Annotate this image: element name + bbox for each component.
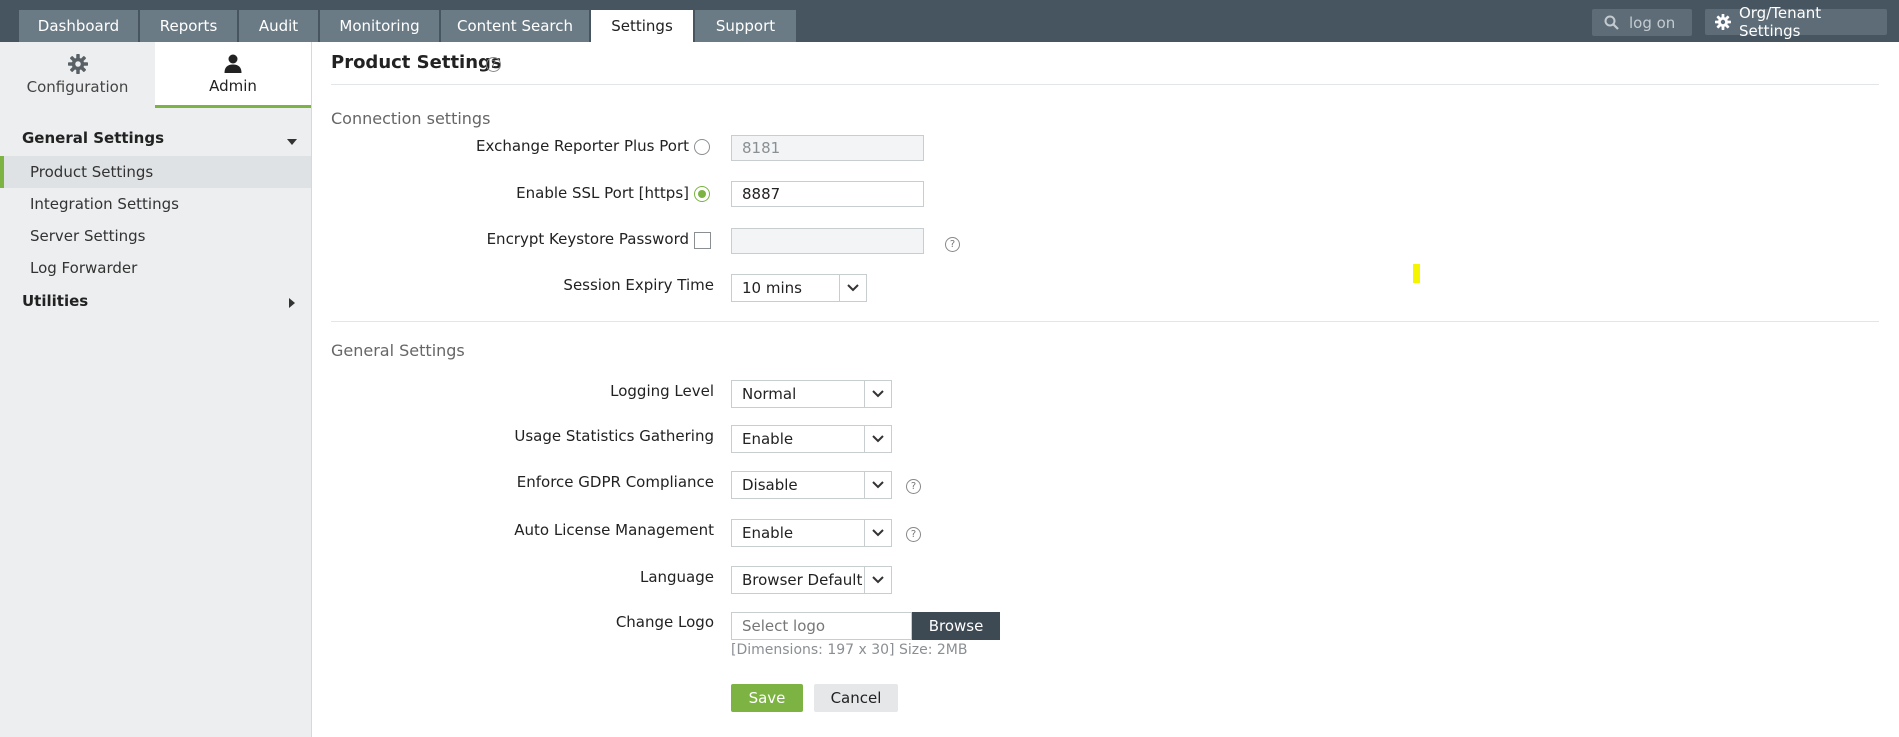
keystore-label: Encrypt Keystore Password bbox=[486, 230, 689, 248]
session-expiry-value: 10 mins bbox=[742, 279, 802, 297]
session-expiry-select[interactable]: 10 mins bbox=[731, 274, 867, 302]
top-nav-bar: Dashboard Reports Audit Monitoring Conte… bbox=[0, 0, 1899, 42]
language-label: Language bbox=[639, 568, 714, 586]
cancel-button[interactable]: Cancel bbox=[814, 684, 898, 712]
language-select[interactable]: Browser Default bbox=[731, 566, 892, 594]
usage-statistics-label: Usage Statistics Gathering bbox=[514, 427, 714, 445]
help-icon[interactable]: ? bbox=[906, 479, 921, 494]
org-tenant-settings-button[interactable]: Org/Tenant Settings bbox=[1705, 4, 1887, 40]
license-label-box: Auto License Management bbox=[331, 521, 714, 541]
tab-reports[interactable]: Reports bbox=[140, 10, 237, 42]
ssl-port-input[interactable]: 8887 bbox=[731, 181, 924, 207]
usage-statistics-value: Enable bbox=[742, 430, 794, 448]
help-icon[interactable]: ? bbox=[486, 57, 501, 72]
ssl-port-label: Enable SSL Port [https] bbox=[516, 184, 689, 202]
ssl-label-box: Enable SSL Port [https] bbox=[331, 184, 689, 204]
divider bbox=[331, 321, 1879, 322]
chevron-down-icon bbox=[864, 520, 891, 546]
sidebar-item-log-forwarder[interactable]: Log Forwarder bbox=[0, 252, 311, 284]
sidebar-tab-label: Configuration bbox=[26, 78, 129, 96]
help-icon[interactable]: ? bbox=[945, 237, 960, 252]
tab-dashboard[interactable]: Dashboard bbox=[19, 10, 138, 42]
caret-down-icon[interactable] bbox=[287, 139, 297, 145]
section-title-connection: Connection settings bbox=[331, 109, 491, 128]
sidebar-tab-configuration[interactable]: Configuration bbox=[0, 42, 155, 108]
chevron-down-icon bbox=[864, 567, 891, 593]
divider bbox=[331, 84, 1879, 85]
save-button[interactable]: Save bbox=[731, 684, 803, 712]
gdpr-compliance-select[interactable]: Disable bbox=[731, 471, 892, 499]
port-label: Exchange Reporter Plus Port bbox=[476, 137, 689, 155]
auto-license-label: Auto License Management bbox=[514, 521, 714, 539]
sidebar-item-server-settings[interactable]: Server Settings bbox=[0, 220, 311, 252]
help-icon[interactable]: ? bbox=[906, 527, 921, 542]
logging-level-value: Normal bbox=[742, 385, 797, 403]
chevron-down-icon bbox=[864, 381, 891, 407]
sidebar-tab-label: Admin bbox=[209, 76, 257, 95]
page-title: Product Settings bbox=[331, 52, 502, 73]
search-icon bbox=[1604, 15, 1619, 30]
sidebar-item-product-settings[interactable]: Product Settings bbox=[0, 156, 311, 188]
port-radio[interactable] bbox=[694, 139, 710, 155]
port-label-box: Exchange Reporter Plus Port bbox=[331, 137, 689, 157]
auto-license-select[interactable]: Enable bbox=[731, 519, 892, 547]
gdpr-label-box: Enforce GDPR Compliance bbox=[331, 473, 714, 493]
tab-audit[interactable]: Audit bbox=[239, 10, 318, 42]
gear-icon bbox=[1715, 14, 1731, 30]
user-icon bbox=[224, 54, 242, 73]
logo-file-input[interactable]: Select logo bbox=[731, 612, 912, 640]
session-expiry-label: Session Expiry Time bbox=[563, 276, 714, 294]
tab-monitoring[interactable]: Monitoring bbox=[320, 10, 439, 42]
usage-label-box: Usage Statistics Gathering bbox=[331, 427, 714, 447]
ssl-port-radio[interactable] bbox=[694, 186, 710, 202]
search-placeholder: log on bbox=[1629, 13, 1676, 32]
auto-license-value: Enable bbox=[742, 524, 794, 542]
caret-right-icon[interactable] bbox=[289, 298, 295, 308]
session-label-box: Session Expiry Time bbox=[331, 276, 714, 296]
sidebar-group-utilities[interactable]: Utilities bbox=[22, 292, 88, 310]
sidebar-tab-admin[interactable]: Admin bbox=[155, 42, 311, 108]
change-logo-label: Change Logo bbox=[615, 613, 714, 631]
gdpr-compliance-label: Enforce GDPR Compliance bbox=[516, 473, 714, 491]
usage-statistics-select[interactable]: Enable bbox=[731, 425, 892, 453]
gdpr-compliance-value: Disable bbox=[742, 476, 798, 494]
sidebar: Configuration Admin General Settings Pro… bbox=[0, 42, 312, 737]
logging-level-label: Logging Level bbox=[610, 382, 714, 400]
keystore-input[interactable] bbox=[731, 228, 924, 254]
keystore-checkbox[interactable] bbox=[694, 232, 711, 249]
search-input[interactable]: log on bbox=[1592, 9, 1692, 36]
language-label-box: Language bbox=[331, 568, 714, 588]
gear-icon bbox=[67, 54, 88, 74]
tab-content-search[interactable]: Content Search bbox=[441, 10, 589, 42]
highlight-marker bbox=[1413, 264, 1420, 283]
logo-label-box: Change Logo bbox=[331, 613, 714, 633]
tab-support[interactable]: Support bbox=[695, 10, 796, 42]
browse-button[interactable]: Browse bbox=[912, 612, 1000, 640]
section-title-general: General Settings bbox=[331, 341, 465, 360]
tab-settings[interactable]: Settings bbox=[591, 10, 693, 42]
chevron-down-icon bbox=[864, 472, 891, 498]
keystore-label-box: Encrypt Keystore Password bbox=[331, 230, 689, 250]
logging-label-box: Logging Level bbox=[331, 382, 714, 402]
sidebar-item-integration-settings[interactable]: Integration Settings bbox=[0, 188, 311, 220]
logging-level-select[interactable]: Normal bbox=[731, 380, 892, 408]
chevron-down-icon bbox=[839, 275, 866, 301]
org-tenant-settings-label: Org/Tenant Settings bbox=[1738, 4, 1822, 40]
port-input[interactable]: 8181 bbox=[731, 135, 924, 161]
logo-dimensions-hint: [Dimensions: 197 x 30] Size: 2MB bbox=[731, 642, 968, 658]
chevron-down-icon bbox=[864, 426, 891, 452]
sidebar-group-general-settings[interactable]: General Settings bbox=[22, 129, 164, 147]
language-value: Browser Default bbox=[742, 571, 863, 589]
